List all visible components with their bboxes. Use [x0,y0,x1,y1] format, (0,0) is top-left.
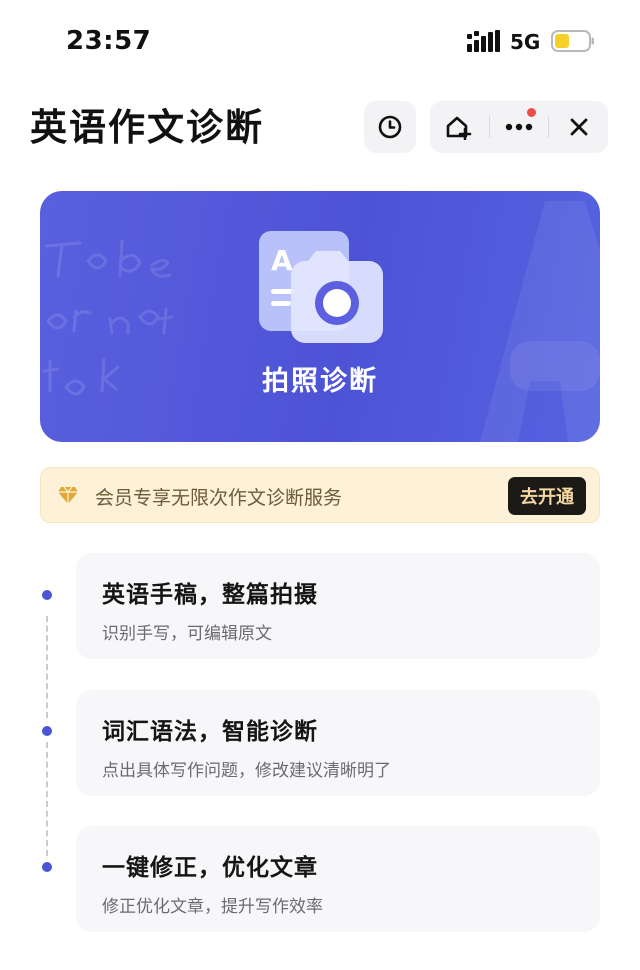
feature-title: 英语手稿，整篇拍摄 [102,582,318,608]
membership-bar[interactable]: 会员专享无限次作文诊断服务 去开通 [40,467,600,523]
status-bar: 23:57 5G [0,0,640,86]
battery-icon [551,30,594,52]
feature-title: 一键修正，优化文章 [102,855,318,881]
add-to-home-button[interactable] [430,101,489,153]
photo-diagnosis-banner[interactable]: A 拍照诊断 [40,191,600,442]
feature-subtitle: 识别手写，可编辑原文 [102,624,272,644]
membership-text: 会员专享无限次作文诊断服务 [95,487,343,509]
banner-decoration: A [42,201,600,442]
more-icon [505,123,533,131]
feature-subtitle: 点出具体写作问题，修改建议清晰明了 [102,761,391,781]
camera-scan-icon: A [259,231,383,343]
diamond-icon [58,486,78,504]
feature-card-correction: 一键修正，优化文章 修正优化文章，提升写作效率 [76,826,600,932]
mini-program-capsule [430,101,608,153]
feature-title: 词汇语法，智能诊断 [102,719,318,745]
timeline-connector [46,616,48,718]
banner-label: 拍照诊断 [262,366,378,397]
signal-icon [467,30,500,52]
notification-dot [527,108,537,117]
status-time: 23:57 [66,26,152,56]
close-icon [570,118,588,136]
svg-text:A: A [271,244,293,277]
feature-card-handwriting: 英语手稿，整篇拍摄 识别手写，可编辑原文 [76,553,600,659]
history-icon [378,115,402,139]
more-button[interactable] [490,101,549,153]
add-to-home-icon [447,116,472,140]
feature-card-diagnosis: 词汇语法，智能诊断 点出具体写作问题，修改建议清晰明了 [76,690,600,796]
feature-subtitle: 修正优化文章，提升写作效率 [102,897,323,917]
network-type: 5G [510,30,541,54]
history-button[interactable] [364,101,416,153]
timeline-dot [42,726,52,736]
timeline-dot [42,590,52,600]
open-membership-button[interactable]: 去开通 [508,477,586,515]
close-button[interactable] [549,101,608,153]
timeline-connector [46,742,48,856]
timeline-dot [42,862,52,872]
page-title: 英语作文诊断 [30,106,264,149]
